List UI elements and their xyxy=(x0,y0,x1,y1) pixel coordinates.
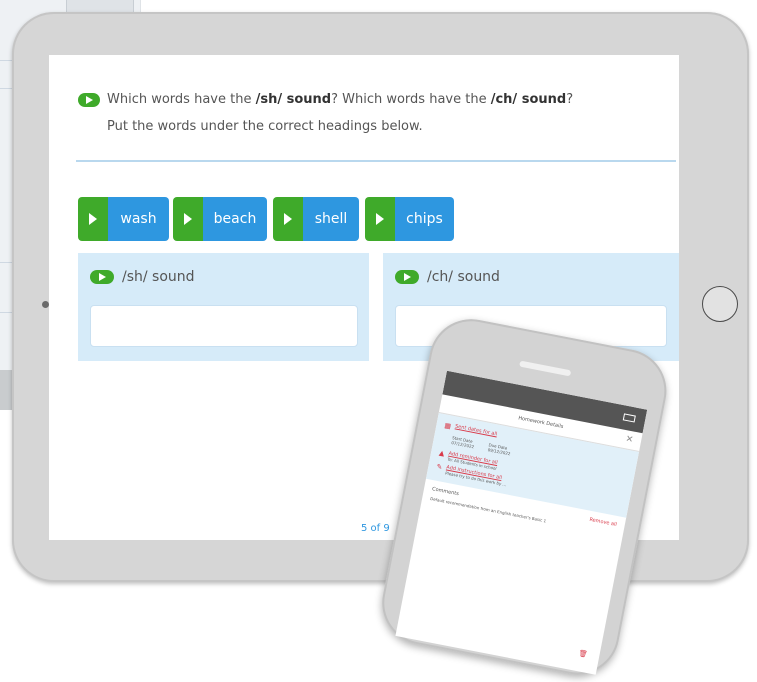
question-text: ? Which words have the xyxy=(331,92,491,107)
play-icon[interactable] xyxy=(90,270,114,284)
divider xyxy=(76,160,676,162)
word-chip-chips[interactable]: chips xyxy=(365,197,454,241)
home-button[interactable] xyxy=(702,286,738,322)
word-chip-label: beach xyxy=(203,197,267,241)
question-sh-sound: /sh/ sound xyxy=(255,92,332,107)
drop-target-sh[interactable] xyxy=(90,305,358,347)
battery-icon xyxy=(622,413,636,423)
calendar-icon: ▦ xyxy=(443,421,452,431)
phone-title-text: Homework Details xyxy=(517,415,564,430)
question-text: ? xyxy=(566,92,574,107)
word-chip-beach[interactable]: beach xyxy=(173,197,267,241)
question-ch-sound: /ch/ sound xyxy=(490,92,567,107)
word-chip-shell[interactable]: shell xyxy=(273,197,359,241)
question-audio-button[interactable] xyxy=(78,93,100,107)
page-indicator: 5 of 9 xyxy=(361,523,390,534)
word-chip-label: chips xyxy=(395,197,454,241)
play-icon[interactable] xyxy=(173,197,203,241)
close-icon[interactable]: ✕ xyxy=(624,430,635,449)
play-icon[interactable] xyxy=(365,197,395,241)
pencil-icon: ✎ xyxy=(435,462,444,472)
drop-zone-title: /sh/ sound xyxy=(122,269,195,285)
question-line-1: Which words have the /sh/ sound? Which w… xyxy=(107,92,573,107)
drop-zone-title: /ch/ sound xyxy=(427,269,500,285)
bell-icon: ▲ xyxy=(438,448,446,458)
play-icon[interactable] xyxy=(78,197,108,241)
question-text: Which words have the xyxy=(107,92,256,107)
question-line-2: Put the words under the correct headings… xyxy=(107,119,423,134)
play-icon[interactable] xyxy=(395,270,419,284)
drop-zone-sh: /sh/ sound xyxy=(78,253,369,361)
camera-icon xyxy=(42,301,49,308)
trash-icon[interactable]: 🗑 xyxy=(578,649,588,659)
play-icon[interactable] xyxy=(273,197,303,241)
set-dates-link[interactable]: Sent dates for all xyxy=(455,423,498,437)
phone-speaker xyxy=(519,360,572,377)
word-chip-label: shell xyxy=(303,197,359,241)
word-chip-wash[interactable]: wash xyxy=(78,197,169,241)
phone-screen: Homework Details ✕ ▦ Sent dates for all … xyxy=(395,370,648,675)
word-chip-label: wash xyxy=(108,197,169,241)
